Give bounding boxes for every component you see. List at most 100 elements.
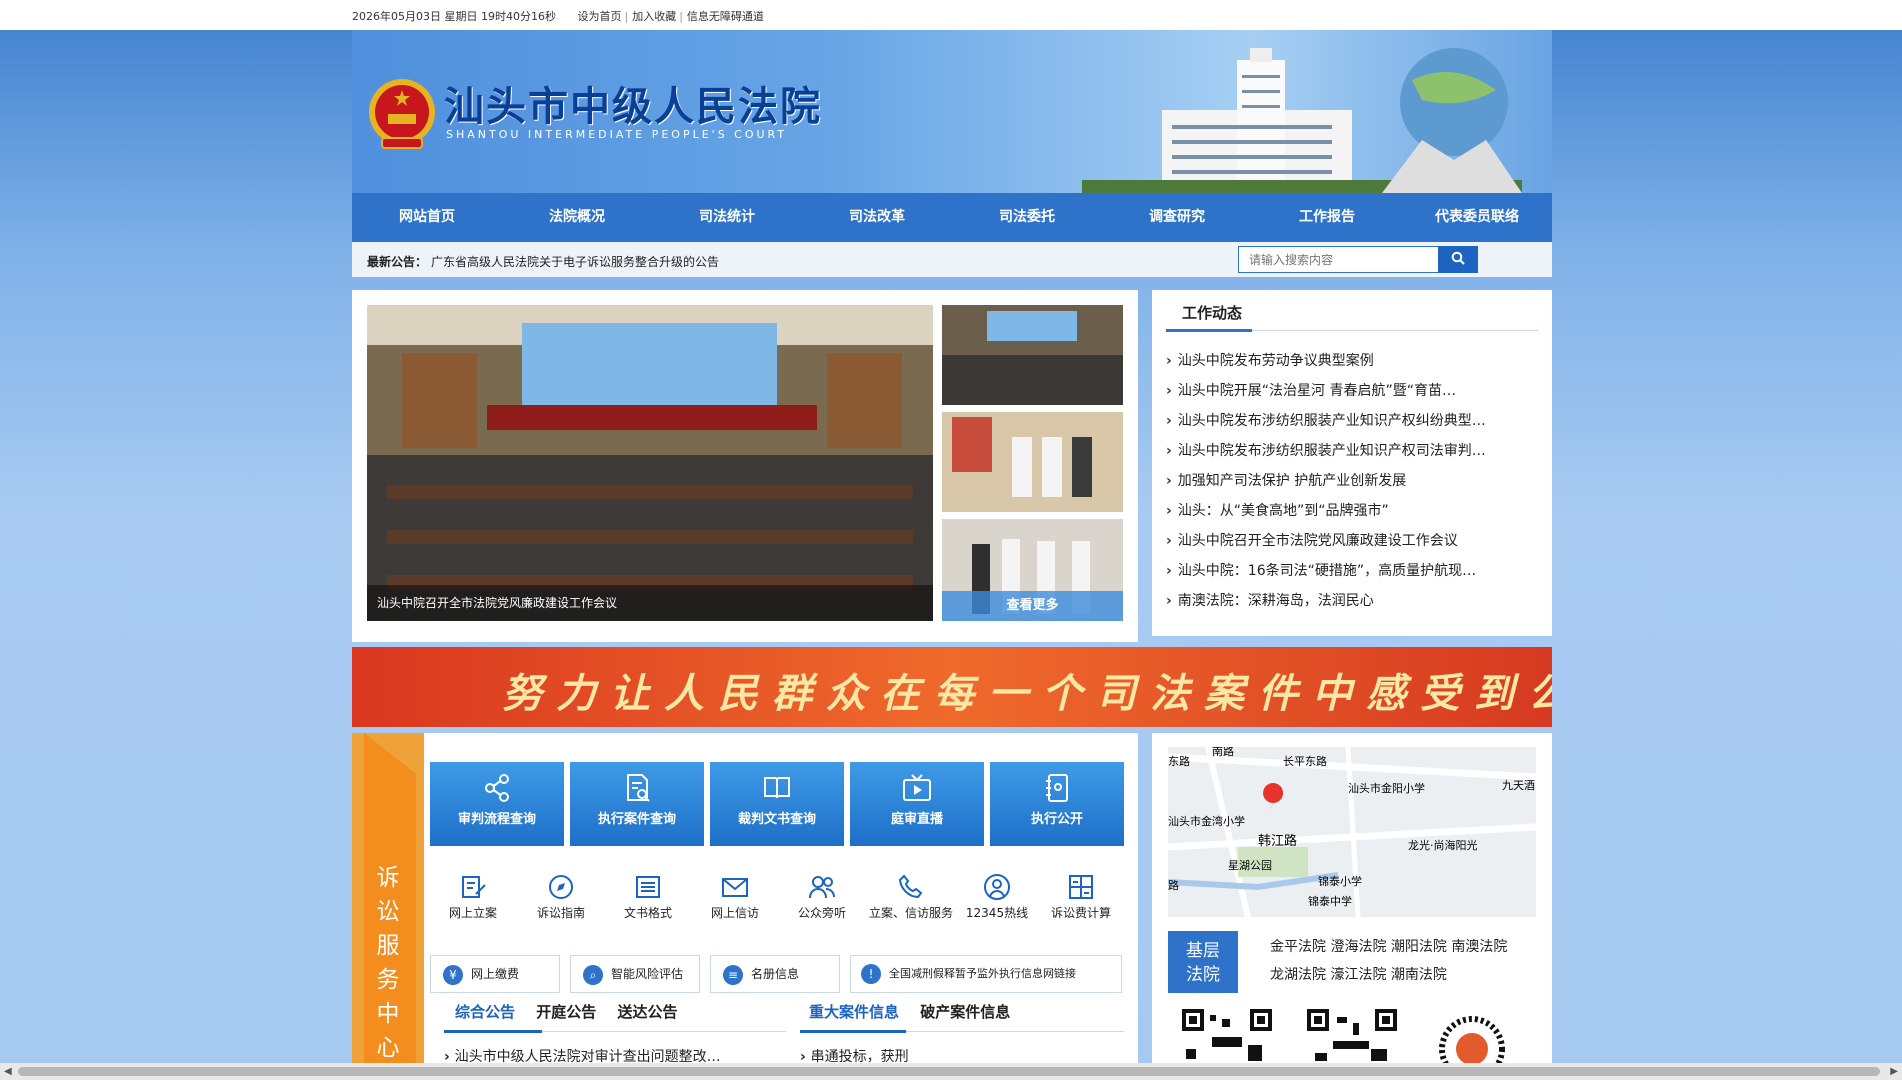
meeting-photo — [367, 305, 933, 621]
nav-work-report[interactable]: 工作报告 — [1252, 193, 1402, 242]
basic-courts-text: 基层法院 — [1186, 941, 1220, 985]
court-link[interactable]: 金平法院 — [1270, 939, 1326, 955]
court-link[interactable]: 澄海法院 — [1330, 939, 1386, 955]
nav-court-overview[interactable]: 法院概况 — [502, 193, 652, 242]
slideshow-main-image[interactable]: 汕头中院召开全市法院党风廉政建设工作会议 — [367, 305, 933, 621]
nav-deputy-liaison[interactable]: 代表委员联络 — [1402, 193, 1552, 242]
news-item[interactable]: 汕头：从“美食高地”到“品牌强市” — [1166, 496, 1542, 526]
news-item[interactable]: 汕头中院发布涉纺织服装产业知识产权司法审判… — [1166, 436, 1542, 466]
notice-link[interactable]: 广东省高级人民法院关于电子诉讼服务整合升级的公告 — [431, 253, 719, 270]
icon-label: 12345热线 — [965, 906, 1029, 920]
news-item[interactable]: 加强知产司法保护 护航产业创新发展 — [1166, 466, 1542, 496]
map-label: 锦泰小学 — [1318, 874, 1362, 888]
news-slideshow-panel: 汕头中院召开全市法院党风廉政建设工作会议 查看更多 — [352, 290, 1138, 642]
pill-label: 智能风险评估 — [611, 967, 684, 981]
button-label: 审判流程查询 — [457, 812, 536, 827]
notice-bar: 最新公告： 广东省高级人民法院关于电子诉讼服务整合升级的公告 — [352, 242, 1552, 277]
view-more-button[interactable]: 查看更多 — [942, 591, 1123, 621]
scroll-right-arrow-icon[interactable]: ▶ — [1890, 1066, 1898, 1077]
news-item[interactable]: 汕头中院召开全市法院党风廉政建设工作会议 — [1166, 526, 1542, 556]
map-label: 南路 — [1212, 747, 1234, 758]
button-label: 执行案件查询 — [597, 812, 676, 827]
nav-judicial-statistics[interactable]: 司法统计 — [652, 193, 802, 242]
tab-general-notice[interactable]: 综合公告 — [455, 1003, 515, 1021]
accessible-channel-link[interactable]: 信息无障碍通道 — [687, 10, 764, 23]
news-item[interactable]: 汕头中院：16条司法“硬措施”，高质量护航现… — [1166, 556, 1542, 586]
court-link[interactable]: 濠江法院 — [1330, 967, 1386, 983]
search-input[interactable] — [1239, 247, 1437, 272]
slideshow-thumb-1[interactable] — [942, 305, 1123, 405]
slideshow-thumb-2[interactable] — [942, 412, 1123, 512]
litigation-guide-link[interactable]: 诉讼指南 — [522, 872, 600, 921]
tab-bankruptcy-cases[interactable]: 破产案件信息 — [920, 1003, 1010, 1021]
online-petition-link[interactable]: 网上信访 — [696, 872, 774, 921]
court-location-map[interactable]: 东路 南路 长平东路 汕头市金阳小学 九天酒 汕头市金湾小学 韩江路 星湖公园 … — [1168, 747, 1536, 917]
court-building-illustration — [1082, 48, 1522, 193]
set-home-link[interactable]: 设为首页 — [577, 10, 621, 23]
hotline-12345-link[interactable]: 12345热线 — [958, 872, 1036, 921]
basic-courts-label: 基层法院 — [1168, 931, 1238, 993]
datetime: 2026年05月03日 星期日 19时40分16秒 — [352, 10, 556, 23]
notice-tabs: 综合公告 开庭公告 送达公告 — [455, 1001, 694, 1022]
news-item[interactable]: 汕头中院开展“法治星河 青春启航”暨“育苗… — [1166, 376, 1542, 406]
public-hearing-link[interactable]: 公众旁听 — [783, 872, 861, 921]
map-label: 龙光·尚海阳光 — [1408, 838, 1478, 852]
litigation-service-center: 诉讼服务中心 审判流程查询 执行案件查询 裁判文书查询 庭审直播 执行公开 网上… — [352, 733, 1138, 1073]
tab-service-notice[interactable]: 送达公告 — [618, 1003, 678, 1021]
notebook-icon — [1046, 774, 1068, 802]
map-label: 路 — [1168, 879, 1179, 892]
map-courts-panel: 东路 南路 长平东路 汕头市金阳小学 九天酒 汕头市金湾小学 韩江路 星湖公园 … — [1152, 733, 1552, 1073]
slideshow-thumb-3[interactable]: 查看更多 — [942, 519, 1123, 621]
map-graphic: 东路 南路 长平东路 汕头市金阳小学 九天酒 汕头市金湾小学 韩江路 星湖公园 … — [1168, 747, 1536, 917]
icon-label: 文书格式 — [623, 906, 672, 920]
news-item[interactable]: 南澳法院：深耕海岛，法润民心 — [1166, 586, 1542, 616]
slogan-banner: 努力让人民群众在每一个司法案件中感受到公平正义 — [352, 647, 1552, 727]
court-link[interactable]: 龙湖法院 — [1270, 967, 1326, 983]
notice-label: 最新公告： — [367, 255, 428, 269]
court-link[interactable]: 南澳法院 — [1451, 939, 1507, 955]
top-utility-bar: 2026年05月03日 星期日 19时40分16秒 设为首页 | 加入收藏 | 信息无障… — [0, 0, 1902, 30]
court-link[interactable]: 潮阳法院 — [1391, 939, 1447, 955]
filing-petition-service-link[interactable]: 立案、信访服务 — [866, 872, 956, 921]
tab-indicator — [800, 1030, 906, 1033]
scroll-left-arrow-icon[interactable]: ◀ — [4, 1066, 12, 1077]
scrollbar-thumb[interactable] — [18, 1067, 1880, 1076]
icon-label: 诉讼费计算 — [1050, 906, 1111, 920]
nav-judicial-reform[interactable]: 司法改革 — [802, 193, 952, 242]
online-payment-button[interactable]: ¥ 网上缴费 — [430, 955, 560, 993]
search-button[interactable] — [1438, 246, 1478, 273]
fee-calculator-link[interactable]: 诉讼费计算 — [1042, 872, 1120, 921]
news-item[interactable]: 汕头中院发布涉纺织服装产业知识产权纠纷典型… — [1166, 406, 1542, 436]
news-item[interactable]: 汕头中院发布劳动争议典型案例 — [1166, 346, 1542, 376]
execution-public-button[interactable]: 执行公开 — [990, 762, 1124, 846]
trial-live-button[interactable]: 庭审直播 — [850, 762, 984, 846]
court-link[interactable]: 潮南法院 — [1391, 967, 1447, 983]
nav-judicial-commission[interactable]: 司法委托 — [952, 193, 1102, 242]
thumb-photo — [942, 412, 1123, 512]
horizontal-scrollbar[interactable]: ◀ ▶ — [0, 1063, 1902, 1080]
online-filing-link[interactable]: 网上立案 — [434, 872, 512, 921]
nav-home[interactable]: 网站首页 — [352, 193, 502, 242]
document-format-link[interactable]: 文书格式 — [609, 872, 687, 921]
header-banner: 汕头市中级人民法院 SHANTOU INTERMEDIATE PEOPLE'S … — [352, 30, 1552, 193]
trial-process-query-button[interactable]: 审判流程查询 — [430, 762, 564, 846]
service-center-tag: 诉讼服务中心 — [352, 733, 424, 1073]
yen-icon: ¥ — [443, 964, 463, 985]
service-center-label: 诉讼服务中心 — [376, 865, 400, 1061]
pill-label: 网上缴费 — [471, 967, 520, 981]
risk-assessment-button[interactable]: ⌕ 智能风险评估 — [570, 955, 700, 993]
button-label: 执行公开 — [1030, 812, 1083, 827]
pill-label: 名册信息 — [751, 967, 800, 981]
tab-major-cases[interactable]: 重大案件信息 — [809, 1003, 899, 1021]
map-label: 星湖公园 — [1228, 859, 1272, 872]
shield-icon: ! — [861, 964, 881, 984]
tab-hearing-notice[interactable]: 开庭公告 — [536, 1003, 596, 1021]
roster-info-button[interactable]: ≡ 名册信息 — [710, 955, 840, 993]
bookmark-link[interactable]: 加入收藏 — [632, 10, 676, 23]
judgment-document-query-button[interactable]: 裁判文书查询 — [710, 762, 844, 846]
calculator-icon — [1069, 875, 1093, 899]
map-label: 汕头市金湾小学 — [1168, 814, 1245, 828]
commutation-parole-link-button[interactable]: ! 全国减刑假释暂予监外执行信息网链接 — [850, 955, 1122, 993]
execution-case-query-button[interactable]: 执行案件查询 — [570, 762, 704, 846]
nav-research[interactable]: 调查研究 — [1102, 193, 1252, 242]
